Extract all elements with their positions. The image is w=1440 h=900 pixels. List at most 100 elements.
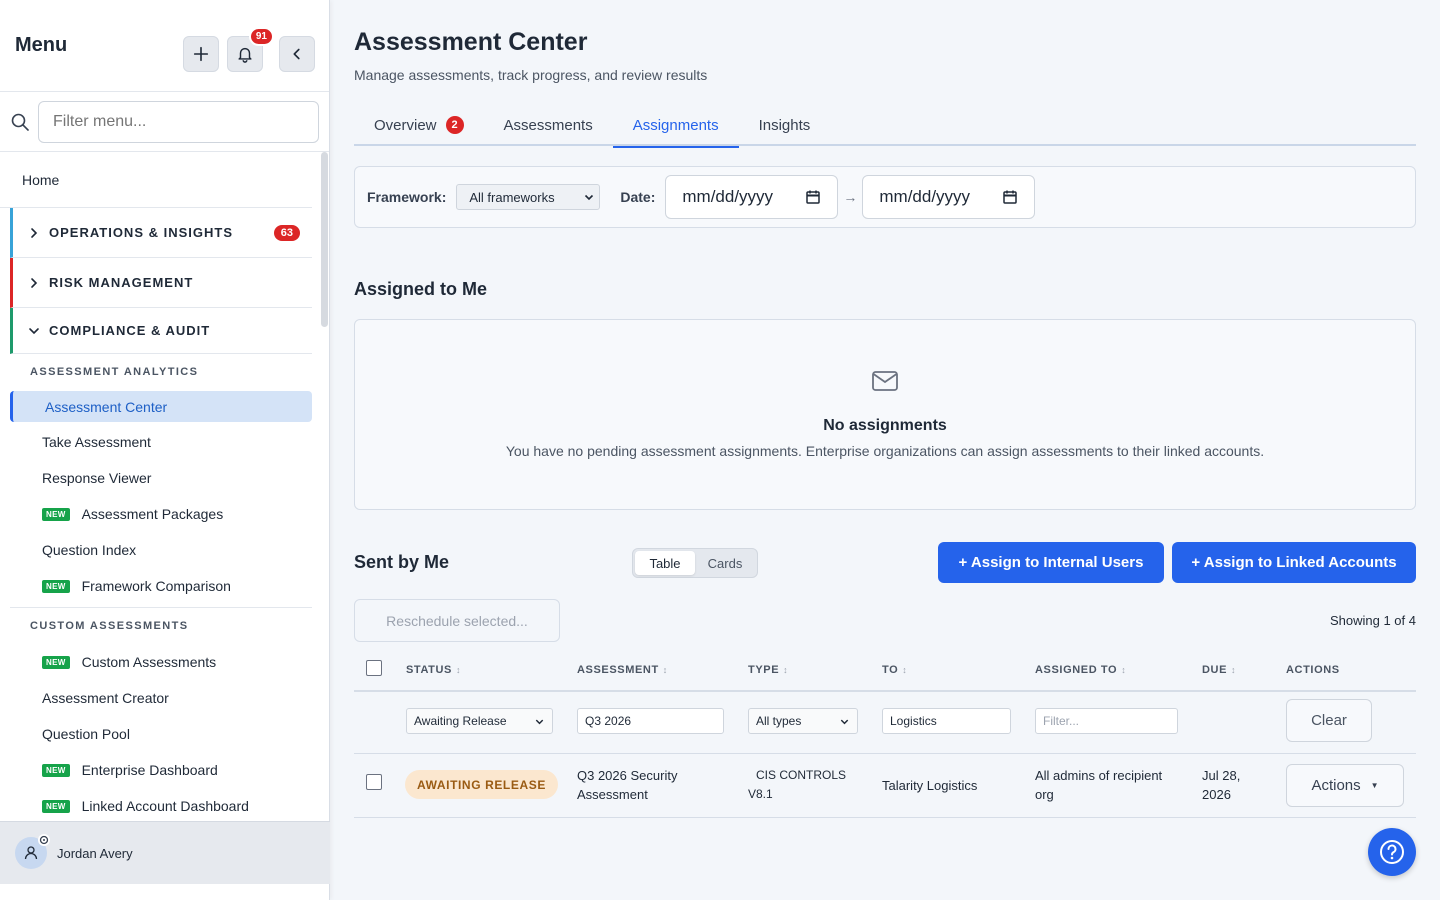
sort-icon: ↕: [455, 665, 462, 675]
view-cards-button[interactable]: Cards: [695, 551, 755, 575]
view-table-button[interactable]: Table: [635, 551, 695, 575]
assigned-to-me-title: Assigned to Me: [354, 279, 488, 299]
sidebar-item-label: Question Pool: [42, 726, 130, 742]
user-icon: [24, 846, 38, 860]
page-subtitle: Manage assessments, track progress, and …: [354, 67, 708, 83]
status-filter-select[interactable]: Awaiting Release: [406, 708, 553, 734]
sidebar-item-label: Assessment Creator: [42, 690, 169, 706]
tab-assignments[interactable]: Assignments: [612, 104, 739, 148]
sidebar-item-home[interactable]: Home: [0, 152, 312, 208]
sidebar-item-assessment-creator[interactable]: Assessment Creator: [0, 680, 312, 716]
column-due[interactable]: DUE ↕: [1202, 664, 1236, 676]
framework-select[interactable]: All frameworks: [456, 184, 601, 210]
column-actions: ACTIONS: [1286, 664, 1340, 676]
column-assessment[interactable]: ASSESSMENT ↕: [577, 664, 668, 676]
reschedule-selected-button[interactable]: Reschedule selected...: [354, 599, 560, 642]
search-icon: [11, 113, 29, 131]
table-row[interactable]: AWAITING RELEASE Q3 2026 Security Assess…: [354, 754, 1416, 818]
section-label: RISK MANAGEMENT: [49, 275, 194, 290]
calendar-icon[interactable]: [1002, 189, 1018, 205]
sidebar-item-take-assessment[interactable]: Take Assessment: [0, 424, 312, 460]
chevron-down-icon: [585, 194, 594, 201]
filter-bar: Framework: All frameworks Date: mm/dd/yy…: [354, 166, 1416, 228]
column-label: TO: [882, 664, 899, 676]
add-button[interactable]: [183, 36, 219, 72]
sidebar-section-operations[interactable]: OPERATIONS & INSIGHTS 63: [10, 208, 312, 258]
date-from-input[interactable]: mm/dd/yyyy: [665, 175, 839, 219]
sidebar-item-question-index[interactable]: Question Index: [0, 532, 312, 568]
to-filter-value: Logistics: [890, 714, 937, 728]
new-badge: NEW: [42, 655, 70, 669]
sidebar-section-risk[interactable]: RISK MANAGEMENT: [10, 258, 312, 308]
chevron-left-icon: [293, 48, 300, 60]
assessment-filter-input[interactable]: Q3 2026: [577, 708, 724, 734]
new-badge: NEW: [42, 763, 70, 777]
assessment-filter-value: Q3 2026: [585, 714, 632, 728]
sidebar-section-compliance[interactable]: COMPLIANCE & AUDIT: [10, 308, 312, 354]
assign-internal-users-button[interactable]: + Assign to Internal Users: [938, 542, 1164, 583]
due-line: Jul 28,: [1202, 768, 1241, 783]
column-assigned-to[interactable]: ASSIGNED TO ↕: [1035, 664, 1126, 676]
sidebar-item-response-viewer[interactable]: Response Viewer: [0, 460, 312, 496]
empty-state-title: No assignments: [823, 417, 947, 434]
column-to[interactable]: TO ↕: [882, 664, 907, 676]
sidebar-item-enterprise-dashboard[interactable]: NEW Enterprise Dashboard: [0, 752, 312, 788]
chevron-right-icon: [31, 227, 38, 238]
sidebar-item-linked-account-dashboard[interactable]: NEW Linked Account Dashboard: [0, 788, 312, 822]
assign-linked-accounts-button[interactable]: + Assign to Linked Accounts: [1172, 542, 1416, 583]
sidebar-item-assessment-packages[interactable]: NEW Assessment Packages: [0, 496, 312, 532]
sidebar-item-question-pool[interactable]: Question Pool: [0, 716, 312, 752]
due-cell: Jul 28, 2026: [1202, 766, 1240, 804]
column-label: DUE: [1202, 664, 1228, 676]
assessment-name-line: Q3 2026 Security: [577, 768, 678, 783]
sort-icon: ↕: [783, 665, 789, 675]
sidebar-item-label: Linked Account Dashboard: [81, 798, 249, 814]
section-label: OPERATIONS & INSIGHTS: [49, 225, 233, 240]
sidebar-scrollbar[interactable]: [321, 152, 328, 327]
column-type[interactable]: TYPE ↕: [748, 664, 788, 676]
table-header: STATUS ↕ ASSESSMENT ↕ TYPE ↕ TO ↕ ASSIGNED T…: [354, 650, 1416, 692]
tab-insights[interactable]: Insights: [739, 104, 831, 146]
type-filter-select[interactable]: All types: [748, 708, 858, 734]
sidebar-item-framework-comparison[interactable]: NEW Framework Comparison: [0, 568, 312, 604]
help-icon: [1380, 840, 1404, 864]
user-profile[interactable]: Jordan Avery: [0, 821, 330, 884]
help-button[interactable]: [1368, 828, 1416, 876]
assigned-to-line: org: [1035, 787, 1054, 802]
bell-icon: [238, 47, 252, 63]
sidebar-nav[interactable]: Home OPERATIONS & INSIGHTS 63 RISK MANAG…: [0, 152, 330, 822]
column-status[interactable]: STATUS ↕: [406, 664, 461, 676]
sidebar-item-label: Enterprise Dashboard: [81, 762, 218, 778]
filter-menu-input[interactable]: [38, 100, 319, 143]
date-from-value: mm/dd/yyyy: [682, 187, 774, 206]
date-to-input[interactable]: mm/dd/yyyy: [862, 175, 1036, 219]
row-actions-button[interactable]: Actions ▼: [1286, 764, 1404, 807]
tab-bar: Overview 2 Assessments Assignments Insig…: [354, 104, 1416, 148]
sidebar: Menu 91 Home OPERATIONS & INSIGHTS 63 RI…: [0, 0, 330, 900]
tab-assessments[interactable]: Assessments: [484, 104, 613, 146]
sort-icon: ↕: [1231, 665, 1237, 675]
table-filter-row: Awaiting Release Q3 2026 All types Logis…: [354, 692, 1416, 754]
sidebar-item-assessment-center[interactable]: Assessment Center: [10, 391, 312, 422]
select-all-checkbox[interactable]: [366, 660, 382, 676]
mail-icon: [872, 371, 898, 391]
notifications-button[interactable]: 91: [227, 27, 274, 72]
column-label: STATUS: [406, 664, 452, 676]
user-name: Jordan Avery: [57, 845, 133, 861]
column-label: TYPE: [748, 664, 780, 676]
clear-filters-button[interactable]: Clear: [1286, 699, 1372, 742]
chevron-right-icon: [31, 277, 38, 288]
collapse-sidebar-button[interactable]: [279, 36, 315, 72]
sidebar-item-label: Assessment Center: [45, 398, 168, 415]
tab-badge: 2: [445, 116, 464, 134]
to-filter-input[interactable]: Logistics: [882, 708, 1011, 734]
sidebar-item-custom-assessments[interactable]: NEW Custom Assessments: [0, 644, 312, 680]
due-line: 2026: [1202, 787, 1231, 802]
chevron-down-icon: [535, 719, 544, 724]
sidebar-item-label: Framework Comparison: [81, 578, 231, 594]
tab-overview[interactable]: Overview 2: [354, 104, 484, 146]
assigned-to-filter-input[interactable]: Filter...: [1035, 708, 1178, 734]
calendar-icon[interactable]: [805, 189, 821, 205]
row-checkbox[interactable]: [366, 774, 382, 790]
tab-label: Assignments: [632, 116, 719, 134]
